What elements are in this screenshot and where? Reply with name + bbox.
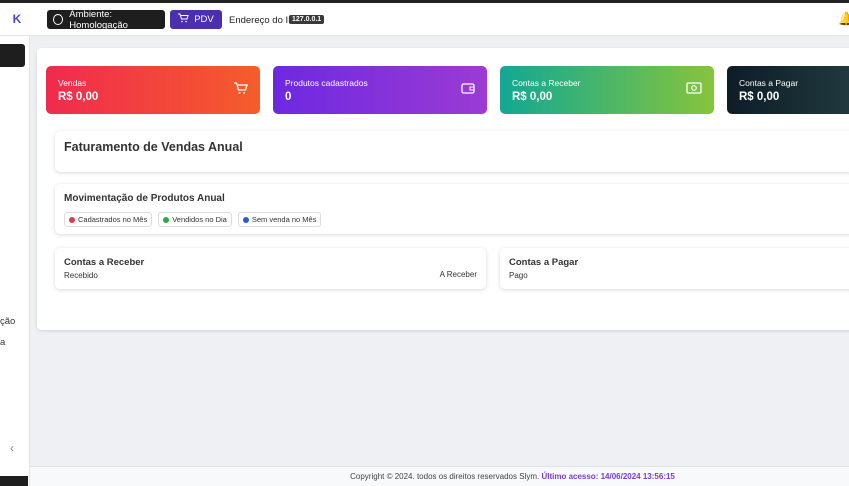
- card-value: 0: [285, 91, 292, 103]
- received-label: Recebido: [64, 271, 98, 280]
- sidebar-item-label[interactable]: a: [0, 337, 5, 348]
- card-label: Vendas: [58, 78, 87, 88]
- pdv-button[interactable]: PDV: [170, 10, 222, 29]
- paid-label: Pago: [509, 271, 528, 280]
- revenue-chart-card: Faturamento de Vendas Anual: [55, 131, 849, 172]
- card-value: R$ 0,00: [58, 91, 99, 103]
- card-value: R$ 0,00: [739, 91, 780, 103]
- legend-dot: [69, 216, 75, 223]
- cart-icon: [234, 82, 248, 98]
- movement-title: Movimentação de Produtos Anual: [64, 193, 225, 204]
- legend-label: Cadastrados no Mês: [78, 215, 148, 224]
- sidebar-item-label[interactable]: ção: [0, 316, 15, 327]
- card-label: Contas a Receber: [512, 78, 581, 88]
- payable-card[interactable]: Contas a Pagar R$ 0,00: [727, 66, 849, 114]
- card-value: R$ 0,00: [512, 91, 553, 103]
- last-access-text: Último acesso: 14/06/2024 13:56:15: [541, 472, 675, 481]
- card-label: Contas a Pagar: [739, 78, 799, 88]
- bell-icon[interactable]: 🔔: [838, 11, 849, 27]
- payable-summary-card: Contas a Pagar Pago: [500, 248, 849, 289]
- collapse-sidebar-button[interactable]: K: [8, 10, 26, 28]
- sales-card[interactable]: Vendas R$ 0,00: [46, 66, 260, 114]
- receivable-summary-card: Contas a Receber Recebido A Receber: [55, 248, 486, 289]
- to-receive-label: A Receber: [439, 270, 477, 279]
- legend-item[interactable]: Sem venda no Mês: [237, 212, 322, 227]
- ip-value: 127.0.0.1: [289, 15, 325, 24]
- sidebar: ção a ‹: [0, 36, 30, 486]
- receivable-title: Contas a Receber: [64, 257, 145, 268]
- legend-dot: [163, 216, 170, 223]
- footer: Copyright © 2024. todos os direitos rese…: [30, 466, 849, 486]
- legend-item[interactable]: Vendidos no Dia: [158, 212, 232, 227]
- revenue-title: Faturamento de Vendas Anual: [64, 140, 243, 154]
- copyright-text: Copyright © 2024. todos os direitos rese…: [350, 472, 540, 481]
- receivable-card[interactable]: Contas a Receber R$ 0,00: [500, 66, 714, 114]
- environment-label: Ambiente: Homologação: [69, 8, 128, 31]
- legend-label: Vendidos no Dia: [172, 215, 227, 224]
- products-card[interactable]: Produtos cadastrados 0: [273, 66, 487, 114]
- ip-label: Endereço do IP:: [229, 15, 298, 26]
- pdv-label: PDV: [194, 14, 214, 25]
- sidebar-active-item[interactable]: [0, 44, 25, 67]
- movement-legend: Cadastrados no Mês Vendidos no Dia Sem v…: [64, 212, 322, 227]
- top-bar: K Ambiente: Homologação PDV Endereço do …: [0, 0, 849, 36]
- wallet-icon: [461, 82, 475, 97]
- environment-badge[interactable]: Ambiente: Homologação: [47, 8, 165, 31]
- card-label: Produtos cadastrados: [285, 78, 368, 88]
- cart-icon: [178, 13, 189, 26]
- sidebar-bottom-block: [0, 476, 28, 486]
- circle-icon: [53, 14, 64, 25]
- legend-dot: [242, 216, 249, 223]
- chevron-left-icon[interactable]: ‹: [10, 441, 14, 455]
- legend-label: Sem venda no Mês: [251, 215, 317, 224]
- money-icon: [686, 82, 702, 97]
- payable-title: Contas a Pagar: [509, 257, 579, 268]
- legend-item[interactable]: Cadastrados no Mês: [64, 212, 153, 227]
